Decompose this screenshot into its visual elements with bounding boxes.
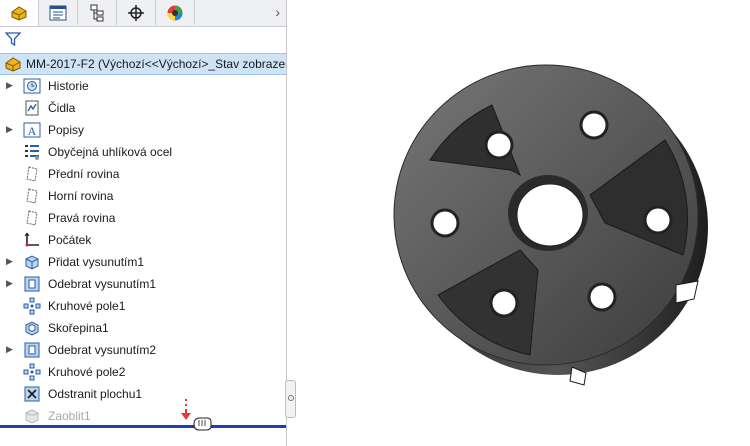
dimxpertmanager-tab-icon <box>128 4 144 21</box>
tree-item-label: Kruhové pole1 <box>48 299 126 313</box>
tree-item-label: Odebrat vysunutím2 <box>48 343 157 357</box>
tree-item-prava-rovina[interactable]: Pravá rovina <box>0 207 286 229</box>
sensor-icon <box>25 100 39 116</box>
tree-item-skorepina1[interactable]: Skořepina1 <box>0 317 286 339</box>
tree-item-popisy[interactable]: ▶ A Popisy <box>0 119 286 141</box>
tree-item-odebrat-vysunutim1[interactable]: ▶ Odebrat vysunutím1 <box>0 273 286 295</box>
panel-splitter-handle[interactable] <box>285 380 296 418</box>
tree-item-kruhove-pole1[interactable]: Kruhové pole1 <box>0 295 286 317</box>
displaymanager-tab-icon <box>167 5 183 20</box>
tree-item-cidla[interactable]: Čidla <box>0 97 286 119</box>
expand-arrow-icon[interactable]: ▶ <box>6 278 13 289</box>
history-icon <box>23 78 41 94</box>
cut-extrude-icon <box>24 276 40 292</box>
part-icon <box>5 57 21 72</box>
tree-item-label: Kruhové pole2 <box>48 365 126 379</box>
expand-arrow-icon[interactable]: ▶ <box>6 80 13 91</box>
svg-text:A: A <box>28 124 37 138</box>
dimxpertmanager-tab[interactable] <box>117 0 156 25</box>
propertymanager-tab-icon <box>49 5 67 20</box>
tree-item-label: Odstranit plochu1 <box>48 387 143 401</box>
tree-item-label: Odebrat vysunutím1 <box>48 277 157 291</box>
plane-icon <box>26 166 38 182</box>
delete-face-icon <box>24 386 40 402</box>
configurationmanager-tab[interactable] <box>78 0 117 25</box>
tree-item-label: Horní rovina <box>48 189 114 203</box>
tree-item-label: Přední rovina <box>48 167 120 181</box>
rollback-bar[interactable] <box>0 425 286 428</box>
featuremanager-tab[interactable] <box>0 0 39 26</box>
tree-item-zaoblit1[interactable]: Zaoblit1 <box>0 405 286 427</box>
circular-pattern-icon <box>23 363 41 381</box>
tree-item-label: Historie <box>48 79 89 93</box>
tree-item-label: Čidla <box>48 101 76 115</box>
tree-item-historie[interactable]: ▶ Historie <box>0 75 286 97</box>
center-hole <box>516 183 584 247</box>
tree-item-label: Obyčejná uhlíková ocel <box>48 145 173 159</box>
bolt-hole <box>643 205 673 235</box>
filter-icon[interactable] <box>5 31 21 47</box>
tree-root-part[interactable]: MM-2017-F2 (Výchozí<<Výchozí>_Stav zobra… <box>0 53 286 75</box>
filter-row <box>0 27 286 51</box>
bolt-hole <box>484 130 514 160</box>
tree-item-material[interactable]: Obyčejná uhlíková ocel <box>0 141 286 163</box>
propertymanager-tab[interactable] <box>39 0 78 25</box>
expand-arrow-icon[interactable]: ▶ <box>6 124 13 135</box>
circular-pattern-icon <box>23 297 41 315</box>
tree-item-label: Zaoblit1 <box>48 409 91 423</box>
bolt-hole <box>579 110 609 140</box>
tree-item-pridat-vysunutim1[interactable]: ▶ Přidat vysunutím1 <box>0 251 286 273</box>
tree-item-kruhove-pole2[interactable]: Kruhové pole2 <box>0 361 286 383</box>
shell-icon <box>25 321 39 336</box>
boss-extrude-icon <box>25 255 39 270</box>
expand-arrow-icon[interactable]: ▶ <box>6 256 13 267</box>
tree-item-horni-rovina[interactable]: Horní rovina <box>0 185 286 207</box>
hand-cursor-icon <box>193 417 212 431</box>
chevron-right-icon[interactable]: › <box>275 4 280 20</box>
plane-icon <box>26 188 38 204</box>
tree-item-label: Skořepina1 <box>48 321 109 335</box>
tree-item-label: Pravá rovina <box>48 211 116 225</box>
configurationmanager-tab-icon <box>90 4 104 21</box>
material-icon <box>25 145 39 160</box>
tree-item-odebrat-vysunutim2[interactable]: ▶ Odebrat vysunutím2 <box>0 339 286 361</box>
cut-extrude-icon <box>24 342 40 358</box>
tree-item-label: Popisy <box>48 123 85 137</box>
tree-item-predni-rovina[interactable]: Přední rovina <box>0 163 286 185</box>
bolt-hole <box>489 288 519 318</box>
manager-tab-bar: › <box>0 0 286 27</box>
expand-arrow-icon[interactable]: ▶ <box>6 344 13 355</box>
bolt-hole <box>430 208 460 238</box>
tree-item-label: Přidat vysunutím1 <box>48 255 145 269</box>
outer-slot <box>675 280 699 304</box>
annotations-icon: A <box>23 122 41 138</box>
bolt-hole <box>587 282 617 312</box>
displaymanager-tab[interactable] <box>156 0 195 25</box>
featuremanager-tab-icon <box>11 6 27 21</box>
tree-item-pocatek[interactable]: Počátek <box>0 229 286 251</box>
fillet-icon <box>25 409 39 424</box>
plane-icon <box>26 210 38 226</box>
tree-item-odstranit-plochu1[interactable]: Odstranit plochu1 <box>0 383 286 405</box>
part-name: MM-2017-F2 (Výchozí<<Výchozí>_Stav zobra… <box>26 57 286 71</box>
origin-icon <box>24 232 39 247</box>
featuremanager-panel: › MM-2017-F2 (Výchozí<<Výchozí>_Stav zob… <box>0 0 287 446</box>
tree-item-label: Počátek <box>48 233 92 247</box>
3d-model-viewport[interactable] <box>380 55 720 395</box>
